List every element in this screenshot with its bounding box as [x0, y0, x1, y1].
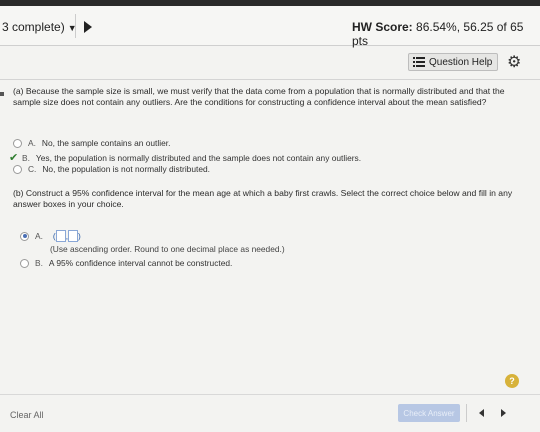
part-a-option-a[interactable]: A. No, the sample contains an outlier. [13, 138, 170, 148]
next-icon[interactable] [501, 409, 506, 417]
interval-close-paren: ) [78, 231, 81, 241]
part-b-option-a[interactable]: A. ( , ) [20, 230, 81, 242]
divider [0, 394, 540, 395]
check-answer-button[interactable]: Check Answer [398, 404, 460, 422]
part-b-prompt: (b) Construct a 95% confidence interval … [13, 188, 513, 209]
next-question-icon[interactable] [84, 21, 92, 33]
part-a-prompt: (a) Because the sample size is small, we… [13, 86, 505, 107]
divider [0, 79, 540, 80]
progress-label: 3 complete) [2, 20, 65, 34]
clear-all-button[interactable]: Clear All [10, 410, 44, 420]
divider [75, 14, 76, 38]
checkmark-icon: ✔ [9, 152, 19, 164]
gear-icon[interactable]: ⚙ [507, 52, 521, 72]
option-letter: B. [22, 152, 30, 163]
hw-score-label: HW Score: [352, 20, 413, 34]
option-letter: A. [35, 231, 43, 241]
option-text: A 95% confidence interval cannot be cons… [48, 258, 233, 268]
option-letter: A. [28, 138, 36, 148]
divider [466, 404, 467, 422]
progress-dropdown[interactable]: 3 complete) ▼ [2, 20, 77, 34]
hw-score: HW Score: 86.54%, 56.25 of 65 pts [352, 20, 540, 48]
answer-hint: (Use ascending order. Round to one decim… [50, 244, 285, 254]
upper-bound-input[interactable] [68, 230, 79, 242]
question-help-label: Question Help [429, 56, 493, 68]
list-icon [413, 57, 425, 67]
previous-icon[interactable] [479, 409, 484, 417]
radio-button[interactable] [20, 258, 29, 268]
lower-bound-input[interactable] [55, 230, 66, 242]
part-a-option-c[interactable]: C. No, the population is not normally di… [13, 164, 210, 174]
radio-button[interactable] [13, 164, 22, 174]
radio-button[interactable] [13, 138, 22, 148]
option-text: Yes, the population is normally distribu… [35, 152, 362, 163]
option-letter: B. [35, 258, 43, 268]
side-marker [0, 92, 4, 96]
part-b-option-b[interactable]: B. A 95% confidence interval cannot be c… [20, 258, 232, 268]
option-text: No, the population is not normally distr… [42, 164, 210, 174]
screen: 3 complete) ▼ HW Score: 86.54%, 56.25 of … [0, 6, 540, 432]
question-help-button[interactable]: Question Help [408, 53, 498, 71]
header: 3 complete) ▼ HW Score: 86.54%, 56.25 of … [0, 6, 540, 48]
help-icon[interactable]: ? [505, 374, 519, 388]
radio-button-selected[interactable] [20, 231, 29, 241]
option-text: No, the sample contains an outlier. [41, 138, 171, 148]
part-a-option-b[interactable]: ✔ B. Yes, the population is normally dis… [9, 151, 361, 164]
option-letter: C. [28, 164, 37, 174]
